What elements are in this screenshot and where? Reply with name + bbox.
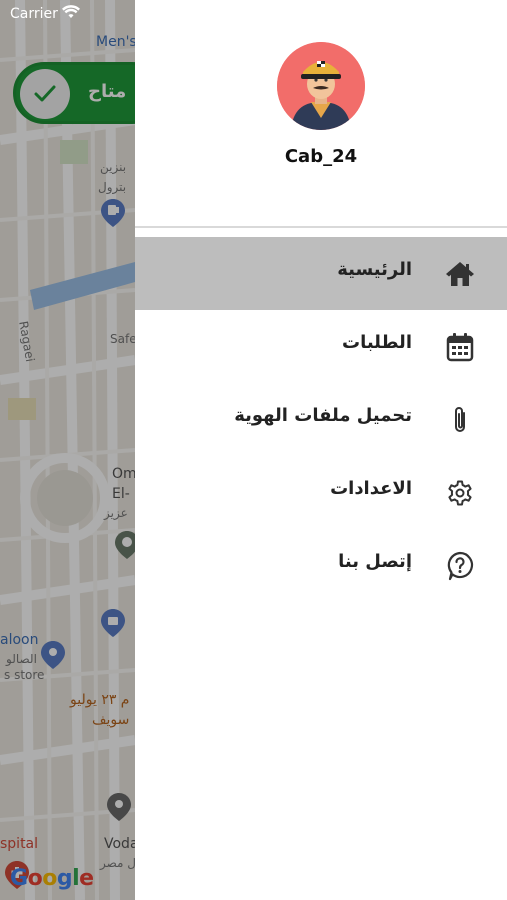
paperclip-icon — [445, 405, 475, 435]
gear-icon — [445, 478, 475, 508]
status-bar: Carrier — [0, 0, 135, 28]
menu-item-contact-us[interactable]: إتصل بنا — [135, 529, 507, 602]
menu-item-orders[interactable]: الطلبات — [135, 310, 507, 383]
calendar-icon — [445, 332, 475, 362]
side-drawer: Cab_24 الرئيسية الطلبات تحميل ملفات الهو… — [135, 0, 507, 900]
menu-item-upload-id[interactable]: تحميل ملفات الهوية — [135, 383, 507, 456]
menu-label-orders: الطلبات — [341, 332, 412, 353]
help-icon — [445, 551, 475, 581]
drawer-menu: الرئيسية الطلبات تحميل ملفات الهوية الاع… — [135, 237, 507, 602]
carrier-label: Carrier — [10, 6, 58, 22]
driver-avatar-icon — [277, 42, 365, 130]
home-icon — [445, 259, 475, 289]
avatar[interactable] — [277, 42, 365, 130]
wifi-icon — [62, 5, 80, 18]
drawer-divider — [135, 226, 507, 228]
menu-label-settings: الاعدادات — [330, 478, 412, 499]
username: Cab_24 — [284, 146, 358, 167]
menu-item-home[interactable]: الرئيسية — [135, 237, 507, 310]
menu-label-upload-id: تحميل ملفات الهوية — [234, 405, 412, 426]
menu-label-home: الرئيسية — [337, 259, 412, 280]
menu-label-contact-us: إتصل بنا — [338, 551, 412, 572]
menu-item-settings[interactable]: الاعدادات — [135, 456, 507, 529]
